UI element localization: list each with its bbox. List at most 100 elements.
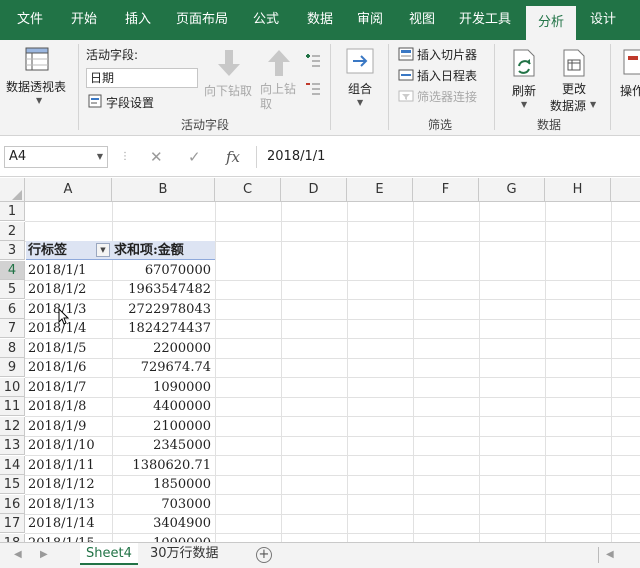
tab-design[interactable]: 设计: [580, 0, 626, 40]
pivot-row-label[interactable]: 2018/1/13: [28, 495, 112, 514]
tab-file[interactable]: 文件: [4, 0, 56, 40]
field-settings-button[interactable]: 字段设置: [88, 92, 188, 112]
pivot-row-value[interactable]: 703000: [112, 495, 213, 514]
row-header[interactable]: 13: [0, 436, 25, 455]
scroll-left-icon[interactable]: ◀: [606, 549, 614, 560]
pivot-row-label[interactable]: 2018/1/1: [28, 261, 112, 280]
row-header[interactable]: 5: [0, 280, 25, 299]
cancel-icon[interactable]: ✕: [150, 146, 163, 168]
pivot-row-value[interactable]: 2722978043: [112, 300, 213, 319]
row-header[interactable]: 15: [0, 475, 25, 494]
row-header[interactable]: 10: [0, 377, 25, 397]
insert-timeline-button[interactable]: 插入日程表: [398, 67, 490, 85]
column-header-g[interactable]: G: [479, 178, 545, 202]
pivot-row-value[interactable]: 3404900: [112, 514, 213, 533]
row-header[interactable]: 7: [0, 319, 25, 338]
collapse-field-button[interactable]: [304, 80, 322, 98]
pivot-row-value[interactable]: 2100000: [112, 417, 213, 436]
row-header[interactable]: 6: [0, 299, 25, 319]
pivot-row-label[interactable]: 2018/1/8: [28, 397, 112, 416]
tab-view[interactable]: 视图: [396, 0, 448, 40]
row-header[interactable]: 17: [0, 514, 25, 533]
tab-review[interactable]: 审阅: [344, 0, 396, 40]
row-header[interactable]: 8: [0, 338, 25, 358]
pivot-row-labels-header[interactable]: 行标签: [28, 241, 67, 260]
active-field-input[interactable]: 日期: [86, 68, 198, 88]
actions-button[interactable]: 操作: [616, 44, 640, 112]
pivot-row-value[interactable]: 2345000: [112, 436, 213, 455]
sheet-tab-300k-rows[interactable]: 30万行数据: [144, 543, 225, 565]
pivot-row-label[interactable]: 2018/1/2: [28, 280, 112, 299]
pivot-row-label[interactable]: 2018/1/7: [28, 378, 112, 397]
tab-analyze[interactable]: 分析: [526, 6, 576, 40]
tab-formulas[interactable]: 公式: [240, 0, 292, 40]
pivot-table-button[interactable]: 数据透视表 ▼: [2, 42, 74, 112]
pivot-row-value[interactable]: 1963547482: [112, 280, 213, 299]
pivot-row-value[interactable]: 729674.74: [112, 358, 213, 377]
row-header[interactable]: 4: [0, 260, 25, 280]
pivot-row-label[interactable]: 2018/1/5: [28, 339, 112, 358]
column-header-f[interactable]: F: [413, 178, 479, 202]
row-header[interactable]: 12: [0, 416, 25, 436]
prev-sheet-icon[interactable]: ◀: [14, 549, 22, 560]
change-data-source-button[interactable]: 更改 数据源 ▼: [548, 44, 600, 113]
row-header[interactable]: 11: [0, 397, 25, 416]
actions-label: 操作: [620, 84, 640, 98]
column-header-a[interactable]: A: [25, 178, 112, 202]
pivot-value-header[interactable]: 求和项:金额: [114, 241, 184, 260]
pivot-row-label[interactable]: 2018/1/6: [28, 358, 112, 377]
tab-page-layout[interactable]: 页面布局: [168, 0, 236, 40]
tab-data[interactable]: 数据: [294, 0, 346, 40]
row-header[interactable]: 14: [0, 455, 25, 475]
column-header-c[interactable]: C: [215, 178, 281, 202]
pivot-row-label[interactable]: 2018/1/10: [28, 436, 112, 455]
column-header-e[interactable]: E: [347, 178, 413, 202]
pivot-row-value[interactable]: 67070000: [112, 261, 213, 280]
pivot-row-label[interactable]: 2018/1/9: [28, 417, 112, 436]
insert-slicer-button[interactable]: 插入切片器: [398, 46, 490, 64]
chevron-down-icon[interactable]: ▼: [97, 147, 103, 167]
drill-up-button[interactable]: 向上钻取: [258, 44, 300, 111]
pivot-row-label[interactable]: 2018/1/14: [28, 514, 112, 533]
insert-function-icon[interactable]: fx: [226, 146, 240, 168]
pivot-row-value[interactable]: 2200000: [112, 339, 213, 358]
column-header-h[interactable]: H: [545, 178, 611, 202]
row-header[interactable]: 9: [0, 358, 25, 377]
pivot-row-label[interactable]: 2018/1/4: [28, 319, 112, 338]
next-sheet-icon[interactable]: ▶: [40, 549, 48, 560]
name-box[interactable]: A4 ▼: [4, 146, 108, 168]
pivot-row-value[interactable]: 1850000: [112, 475, 213, 494]
row-header[interactable]: 3: [0, 241, 25, 260]
drill-down-button[interactable]: 向下钻取: [204, 44, 254, 110]
expand-field-button[interactable]: [304, 52, 322, 70]
column-header-d[interactable]: D: [281, 178, 347, 202]
enter-icon[interactable]: ✓: [188, 146, 201, 168]
refresh-button[interactable]: 刷新 ▼: [502, 44, 546, 112]
formula-input[interactable]: 2018/1/1: [256, 146, 636, 168]
pivot-row-value[interactable]: 1090000: [112, 534, 213, 543]
tab-developer[interactable]: 开发工具: [452, 0, 518, 40]
row-header[interactable]: 2: [0, 221, 25, 241]
pivot-row-label[interactable]: 2018/1/12: [28, 475, 112, 494]
pivot-row-value[interactable]: 4400000: [112, 397, 213, 416]
select-all-button[interactable]: [0, 178, 25, 202]
pivot-row-value[interactable]: 1380620.71: [112, 456, 213, 475]
filter-connections-button[interactable]: 筛选器连接: [398, 88, 490, 106]
group-button[interactable]: 组合 ▼: [340, 44, 380, 110]
slicer-icon: [398, 47, 414, 61]
tab-home[interactable]: 开始: [58, 0, 110, 40]
pivot-row-value[interactable]: 1824274437: [112, 319, 213, 338]
row-header[interactable]: 18: [0, 533, 25, 542]
row-header[interactable]: 16: [0, 494, 25, 514]
sheet-tab-sheet4[interactable]: Sheet4: [80, 543, 138, 565]
column-header-b[interactable]: B: [112, 178, 215, 202]
add-sheet-icon[interactable]: +: [256, 547, 272, 563]
pivot-row-label[interactable]: 2018/1/3: [28, 300, 112, 319]
tab-insert[interactable]: 插入: [112, 0, 164, 40]
pivot-row-label[interactable]: 2018/1/11: [28, 456, 112, 475]
worksheet-grid[interactable]: A B C D E F G H 1 2 3 4 5 6 7 8 9 10 11 …: [0, 178, 640, 542]
pivot-row-value[interactable]: 1090000: [112, 378, 213, 397]
filter-dropdown-icon[interactable]: ▼: [96, 243, 110, 257]
pivot-row-label[interactable]: 2018/1/15: [28, 534, 112, 543]
row-header[interactable]: 1: [0, 202, 25, 221]
